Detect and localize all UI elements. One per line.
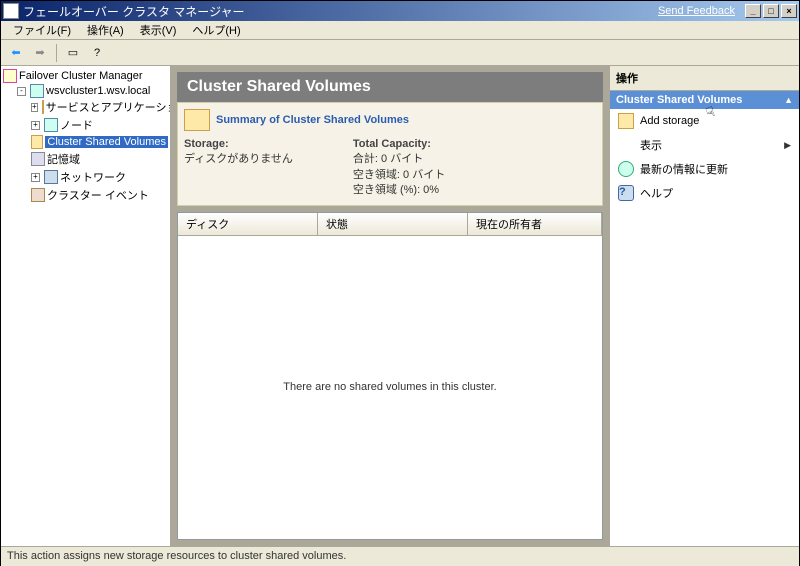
tree-item-label: クラスター イベント [47, 187, 149, 203]
capacity-total: 合計: 0 バイト [353, 152, 445, 167]
action-label: ヘルプ [640, 185, 673, 201]
collapse-icon: ▲ [784, 95, 793, 105]
window-title: フェールオーバー クラスタ マネージャー [23, 3, 658, 20]
folder-icon [42, 100, 44, 114]
expand-toggle[interactable]: + [31, 103, 38, 112]
tree-panel: Failover Cluster Manager - wsvcluster1.w… [1, 66, 171, 546]
tree-nodes[interactable]: + ノード [31, 117, 168, 133]
capacity-label: Total Capacity: [353, 137, 445, 152]
tree-root-label: Failover Cluster Manager [19, 70, 143, 82]
tree-csv[interactable]: Cluster Shared Volumes [31, 135, 168, 149]
menu-view[interactable]: 表示(V) [132, 20, 185, 40]
nav-back-button[interactable]: ⬅ [5, 42, 27, 64]
menu-help[interactable]: ヘルプ(H) [184, 20, 248, 40]
capacity-pct: 空き領域 (%): 0% [353, 183, 445, 198]
tree-item-label: ネットワーク [60, 169, 126, 185]
actions-panel: 操作 Cluster Shared Volumes ▲ Add storage … [609, 66, 799, 546]
nav-tree: Failover Cluster Manager - wsvcluster1.w… [3, 68, 168, 206]
close-button[interactable]: × [781, 4, 797, 18]
empty-text: There are no shared volumes in this clus… [283, 381, 496, 393]
send-feedback-link[interactable]: Send Feedback [658, 5, 735, 17]
tree-services[interactable]: + サービスとアプリケーション [31, 99, 168, 115]
main-area: Failover Cluster Manager - wsvcluster1.w… [1, 66, 799, 546]
actions-section-header[interactable]: Cluster Shared Volumes ▲ [610, 91, 799, 109]
help-icon: ? [618, 185, 634, 201]
tree-item-label: サービスとアプリケーション [46, 99, 171, 115]
action-label: 最新の情報に更新 [640, 161, 728, 177]
tree-item-label: Cluster Shared Volumes [45, 136, 168, 148]
listview-header: ディスク 状態 現在の所有者 [178, 213, 602, 236]
tree-networks[interactable]: + ネットワーク [31, 169, 168, 185]
add-storage-icon [618, 113, 634, 129]
summary-box: Summary of Cluster Shared Volumes Storag… [177, 102, 603, 206]
tree-item-label: ノード [60, 117, 93, 133]
col-disk[interactable]: ディスク [178, 213, 318, 235]
toolbar-pane-button[interactable]: ▭ [62, 42, 84, 64]
csv-icon [31, 135, 43, 149]
listview-empty: There are no shared volumes in this clus… [178, 236, 602, 539]
action-add-storage[interactable]: Add storage [610, 109, 799, 133]
col-status[interactable]: 状態 [318, 213, 468, 235]
tree-events[interactable]: クラスター イベント [31, 187, 168, 203]
toolbar-separator [56, 44, 57, 62]
refresh-icon [618, 161, 634, 177]
menubar: ファイル(F) 操作(A) 表示(V) ヘルプ(H) [1, 21, 799, 40]
expand-toggle[interactable]: - [17, 87, 26, 96]
toolbar-help-button[interactable]: ? [86, 42, 108, 64]
action-view[interactable]: 表示 ▶ [610, 133, 799, 157]
maximize-button[interactable]: □ [763, 4, 779, 18]
storage-icon [31, 152, 45, 166]
action-label: Add storage [640, 115, 699, 127]
page-title: Cluster Shared Volumes [177, 72, 603, 102]
network-icon [44, 170, 58, 184]
submenu-icon: ▶ [784, 140, 791, 151]
toolbar: ⬅ ➡ ▭ ? [1, 40, 799, 66]
statusbar-text: This action assigns new storage resource… [7, 550, 346, 562]
tree-item-label: 記憶域 [47, 151, 80, 167]
tree-cluster-label: wsvcluster1.wsv.local [46, 85, 150, 97]
expand-toggle[interactable]: + [31, 121, 40, 130]
actions-title: 操作 [610, 66, 799, 91]
statusbar: This action assigns new storage resource… [1, 546, 799, 566]
app-icon [3, 3, 19, 19]
tree-storage[interactable]: 記憶域 [31, 151, 168, 167]
action-help[interactable]: ? ヘルプ [610, 181, 799, 205]
menu-file[interactable]: ファイル(F) [5, 20, 79, 40]
nav-forward-button[interactable]: ➡ [29, 42, 51, 64]
storage-value: ディスクがありません [184, 152, 293, 167]
minimize-button[interactable]: _ [745, 4, 761, 18]
server-icon [30, 84, 44, 98]
cluster-manager-icon [3, 69, 17, 83]
tree-cluster[interactable]: - wsvcluster1.wsv.local [17, 84, 168, 98]
action-label: 表示 [640, 137, 662, 153]
titlebar: フェールオーバー クラスタ マネージャー Send Feedback _ □ × [1, 1, 799, 21]
actions-section-label: Cluster Shared Volumes [616, 94, 742, 106]
summary-title: Summary of Cluster Shared Volumes [216, 114, 409, 126]
center-panel: Cluster Shared Volumes Summary of Cluste… [171, 66, 609, 546]
volumes-listview: ディスク 状態 現在の所有者 There are no shared volum… [177, 212, 603, 540]
summary-columns: Storage: ディスクがありません Total Capacity: 合計: … [184, 137, 596, 199]
menu-action[interactable]: 操作(A) [79, 20, 132, 40]
events-icon [31, 188, 45, 202]
storage-label: Storage: [184, 137, 293, 152]
summary-header: Summary of Cluster Shared Volumes [184, 109, 596, 131]
col-owner[interactable]: 現在の所有者 [468, 213, 602, 235]
capacity-free: 空き領域: 0 バイト [353, 168, 445, 183]
tree-root[interactable]: Failover Cluster Manager [3, 69, 168, 83]
action-refresh[interactable]: 最新の情報に更新 [610, 157, 799, 181]
expand-toggle[interactable]: + [31, 173, 40, 182]
folder-icon [184, 109, 210, 131]
nodes-icon [44, 118, 58, 132]
